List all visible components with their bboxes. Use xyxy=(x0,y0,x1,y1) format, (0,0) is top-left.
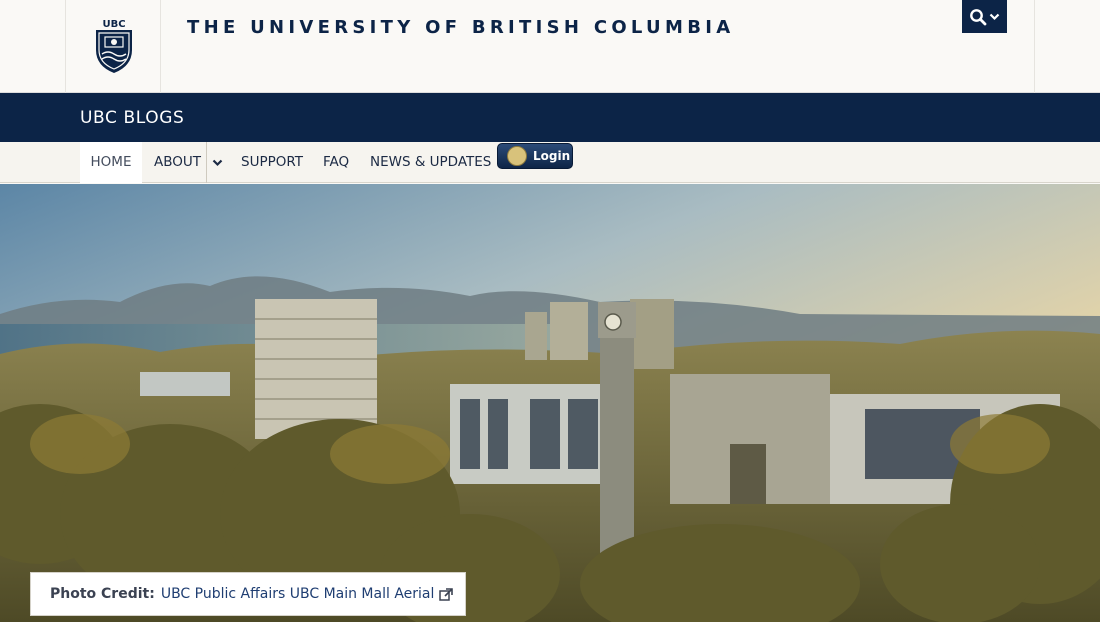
site-title[interactable]: UBC BLOGS xyxy=(80,108,184,128)
crest-label: UBC xyxy=(102,19,125,30)
photo-credit-box: Photo Credit: UBC Public Affairs UBC Mai… xyxy=(30,572,466,616)
nav-support[interactable]: SUPPORT xyxy=(241,142,303,183)
university-wordmark[interactable]: THE UNIVERSITY OF BRITISH COLUMBIA xyxy=(187,17,734,38)
ubc-crest-logo[interactable]: UBC xyxy=(93,16,135,74)
login-button[interactable]: Login xyxy=(497,143,573,169)
login-label: Login xyxy=(533,149,571,163)
chevron-down-icon xyxy=(212,159,223,166)
photo-credit-label: Photo Credit: xyxy=(50,586,155,602)
cwl-badge-icon xyxy=(507,146,527,166)
header-divider xyxy=(1034,0,1035,93)
nav-home[interactable]: HOME xyxy=(80,142,142,183)
nav-faq[interactable]: FAQ xyxy=(323,142,349,183)
search-icon xyxy=(970,8,987,25)
external-link-icon[interactable] xyxy=(439,587,454,601)
search-toggle-button[interactable] xyxy=(962,0,1007,33)
nav-news-updates[interactable]: NEWS & UPDATES xyxy=(370,142,491,183)
crest-container: UBC xyxy=(65,0,161,93)
nav-about-dropdown-toggle[interactable] xyxy=(206,142,228,183)
hero-campus-image xyxy=(0,184,1100,622)
university-header xyxy=(0,0,1100,93)
photo-credit-link[interactable]: UBC Public Affairs UBC Main Mall Aerial xyxy=(161,586,435,602)
chevron-down-icon xyxy=(989,13,1000,20)
nav-about[interactable]: ABOUT xyxy=(154,142,201,183)
